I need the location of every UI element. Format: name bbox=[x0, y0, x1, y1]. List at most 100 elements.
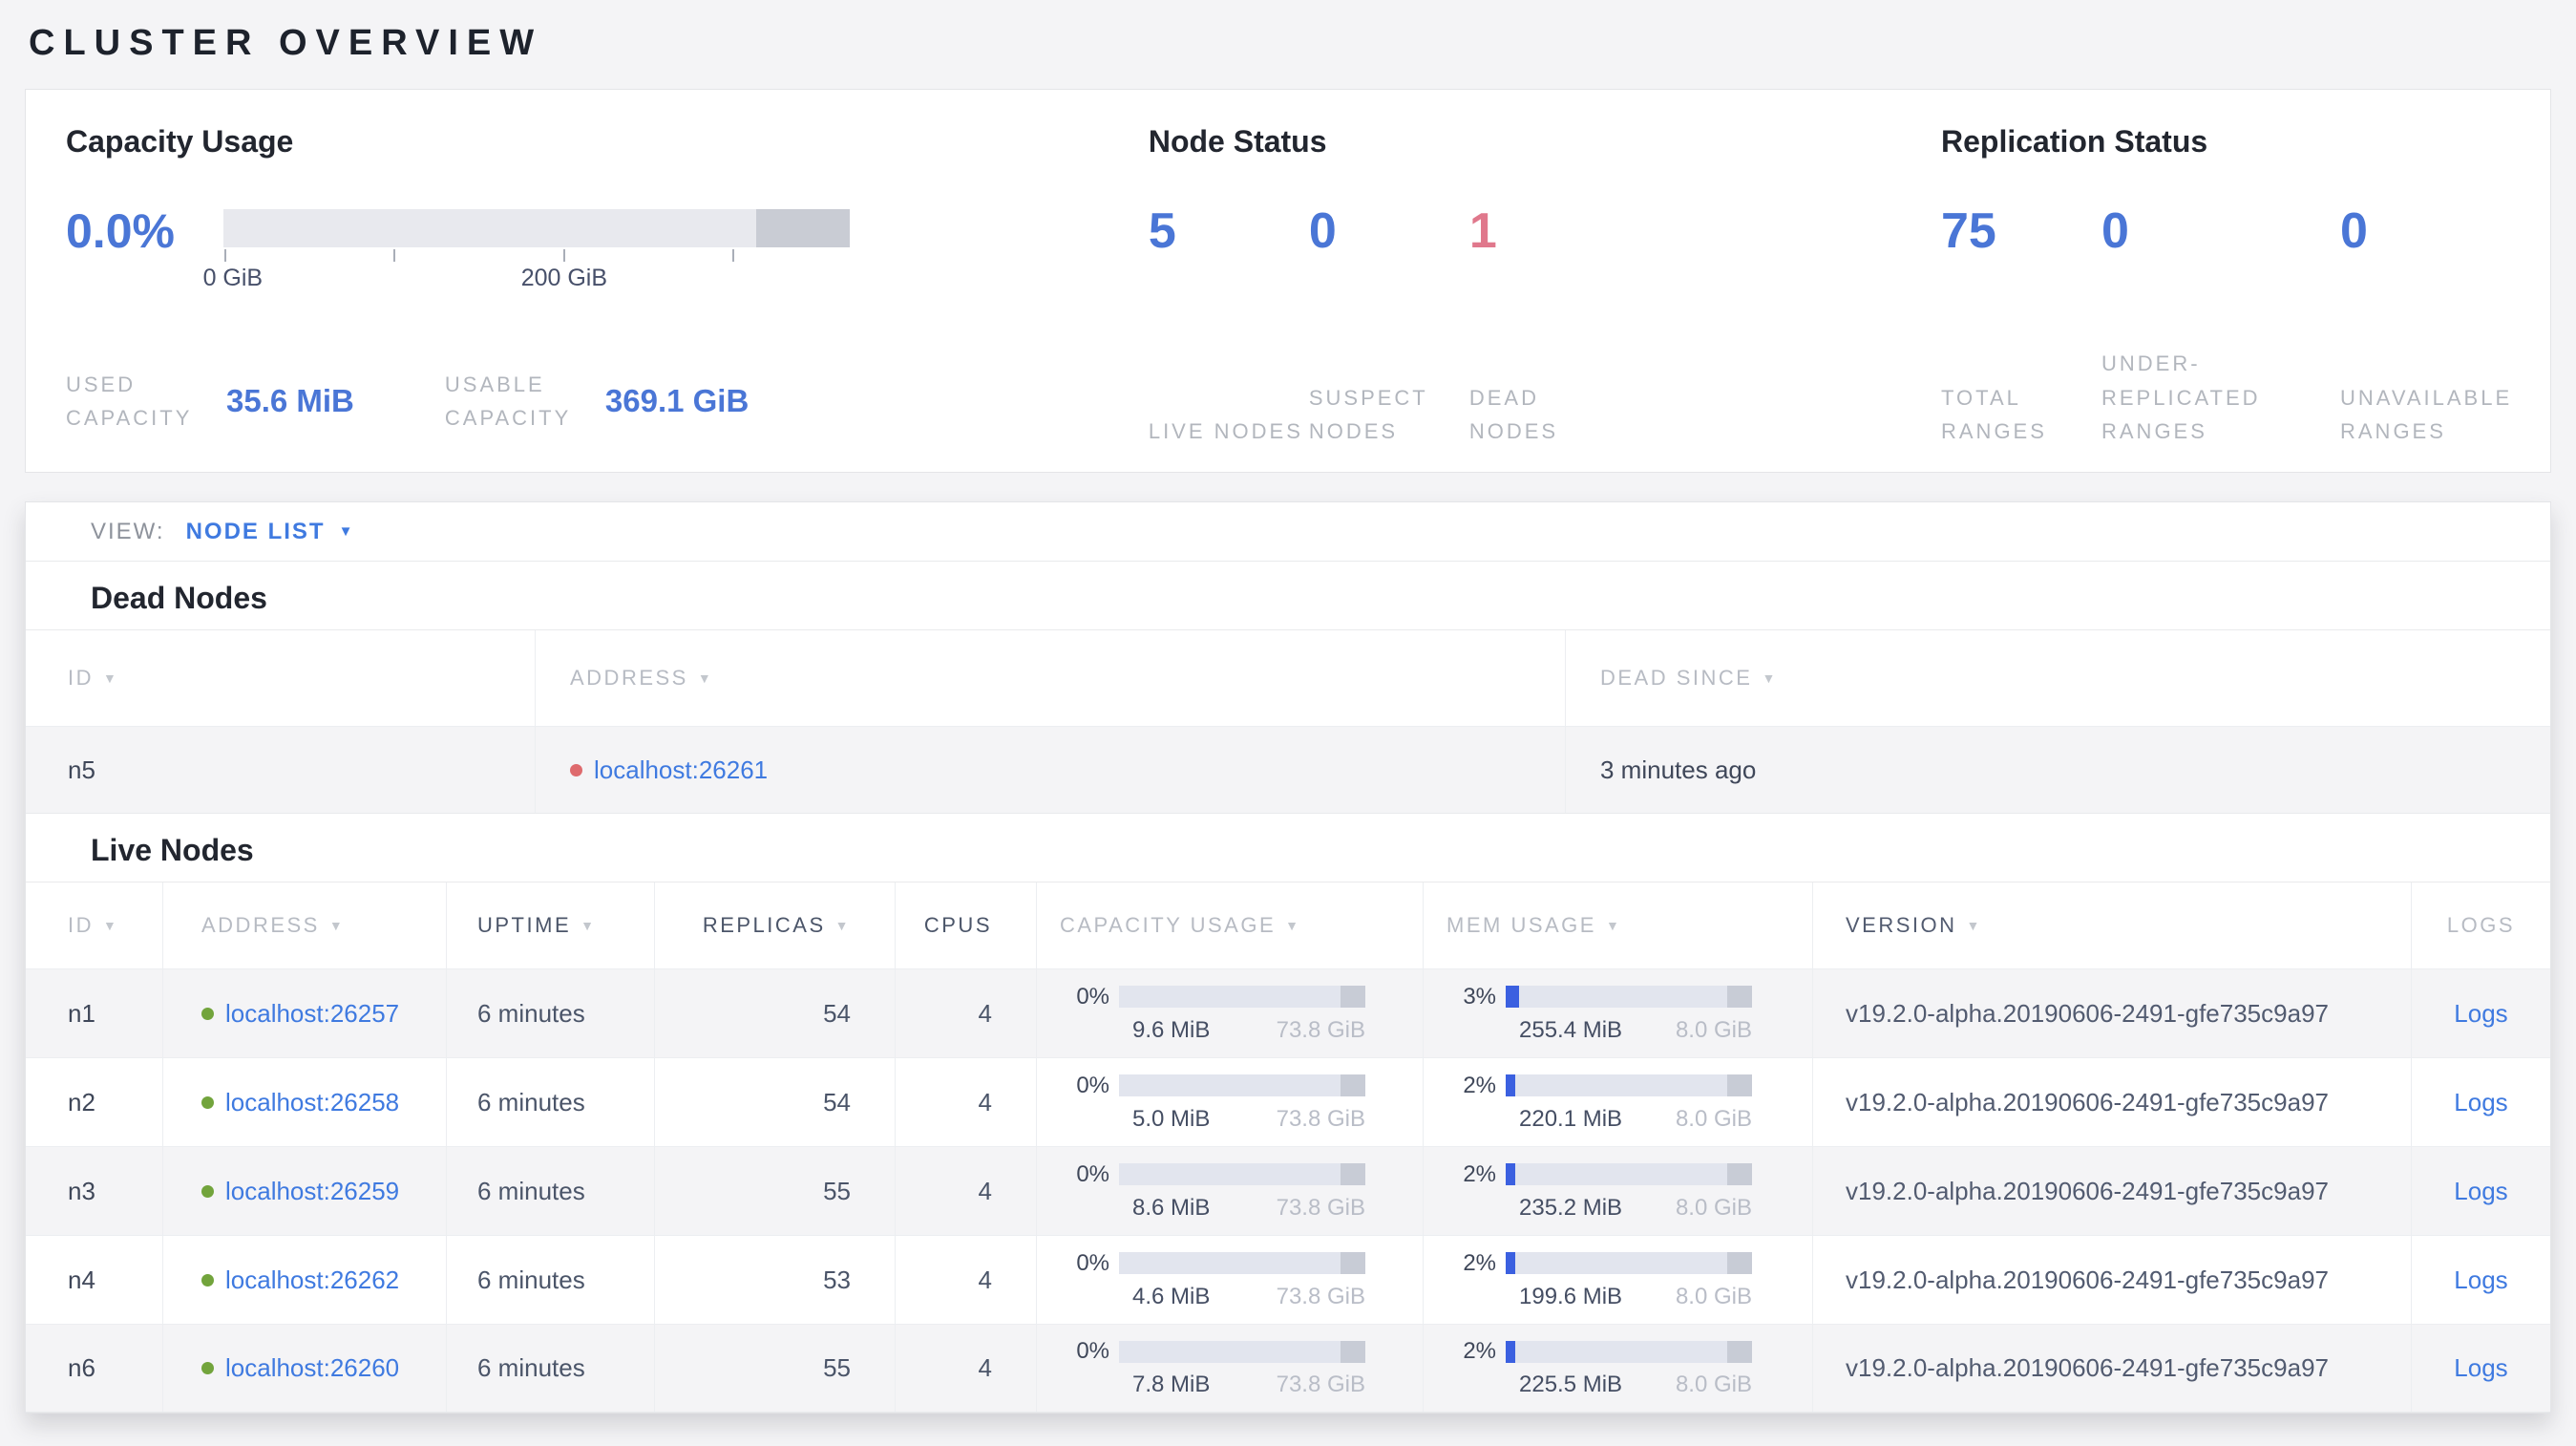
mem-bar-fill bbox=[1506, 1074, 1515, 1096]
capacity-usage-section: Capacity Usage 0.0% 0 GiB 200 GiB USED C… bbox=[66, 124, 1149, 472]
page-title: CLUSTER OVERVIEW bbox=[29, 23, 543, 63]
capacity-bar-end-segment bbox=[1341, 986, 1365, 1008]
column-header-id[interactable]: ID ▼ bbox=[26, 882, 163, 968]
capacity-bar bbox=[223, 209, 850, 247]
axis-label-200: 200 GiB bbox=[520, 265, 608, 291]
sort-arrow-icon: ▼ bbox=[103, 918, 119, 933]
column-header-label: ADDRESS bbox=[570, 666, 688, 690]
dead-node-row: n5 localhost:26261 3 minutes ago bbox=[26, 726, 2550, 814]
uptime-cell: 6 minutes bbox=[447, 1236, 655, 1324]
node-address-link[interactable]: localhost:26257 bbox=[225, 999, 399, 1029]
mem-used-value: 225.5 MiB bbox=[1519, 1372, 1623, 1397]
column-header-label: UPTIME bbox=[477, 913, 572, 937]
mem-usage-cell: 2% 225.5 MiB 8.0 GiB bbox=[1424, 1325, 1813, 1412]
capacity-bar bbox=[1119, 1340, 1365, 1363]
column-header-replicas[interactable]: REPLICAS ▼ bbox=[655, 882, 896, 968]
column-header-uptime[interactable]: UPTIME ▼ bbox=[447, 882, 655, 968]
mem-bar bbox=[1506, 1074, 1752, 1096]
capacity-usage-title: Capacity Usage bbox=[66, 124, 294, 159]
mem-bar-end-segment bbox=[1727, 1252, 1752, 1274]
column-header-dead-since[interactable]: DEAD SINCE ▼ bbox=[1566, 630, 2550, 726]
used-capacity-metric: USED CAPACITY 35.6 MiB bbox=[66, 368, 354, 435]
logs-link[interactable]: Logs bbox=[2454, 1088, 2507, 1117]
capacity-used-value: 8.6 MiB bbox=[1132, 1194, 1211, 1221]
replicas-cell: 54 bbox=[655, 1058, 896, 1146]
column-header-label: DEAD SINCE bbox=[1600, 666, 1753, 690]
unavailable-ranges-count: 0 bbox=[2340, 203, 2368, 259]
version-cell: v19.2.0-alpha.20190606-2491-gfe735c9a97 bbox=[1813, 1058, 2412, 1146]
mem-bar bbox=[1506, 1340, 1752, 1363]
mem-bar-fill bbox=[1506, 986, 1519, 1008]
logs-link[interactable]: Logs bbox=[2454, 1177, 2507, 1206]
capacity-usage-cell: 0% 7.8 MiB 73.8 GiB bbox=[1037, 1325, 1424, 1412]
axis-tick bbox=[392, 249, 395, 262]
version-cell: v19.2.0-alpha.20190606-2491-gfe735c9a97 bbox=[1813, 1236, 2412, 1324]
node-address-cell: localhost:26257 bbox=[163, 969, 447, 1057]
capacity-used-value: 4.6 MiB bbox=[1132, 1283, 1211, 1309]
mem-percent: 2% bbox=[1463, 1249, 1496, 1276]
capacity-percent: 0% bbox=[1076, 1160, 1109, 1187]
node-address-link[interactable]: localhost:26260 bbox=[225, 1353, 399, 1383]
node-id-cell: n5 bbox=[26, 727, 536, 813]
cluster-summary-card: Capacity Usage 0.0% 0 GiB 200 GiB USED C… bbox=[25, 89, 2551, 473]
sort-arrow-icon: ▼ bbox=[1966, 918, 1982, 933]
mem-bar bbox=[1506, 1163, 1752, 1185]
node-status-title: Node Status bbox=[1148, 124, 1327, 159]
view-dropdown[interactable]: NODE LIST bbox=[186, 519, 326, 545]
node-address-link[interactable]: localhost:26259 bbox=[225, 1177, 399, 1206]
sort-arrow-icon: ▼ bbox=[1762, 670, 1778, 686]
column-header-address[interactable]: ADDRESS ▼ bbox=[163, 882, 447, 968]
suspect-nodes-count: 0 bbox=[1308, 203, 1337, 259]
mem-bar-fill bbox=[1506, 1340, 1515, 1363]
logs-link[interactable]: Logs bbox=[2454, 999, 2507, 1029]
table-row: n6 localhost:26260 6 minutes 55 4 0% 7.8… bbox=[26, 1324, 2550, 1413]
column-header-mem-usage[interactable]: MEM USAGE ▼ bbox=[1424, 882, 1813, 968]
capacity-used-value: 5.0 MiB bbox=[1132, 1105, 1211, 1132]
under-replicated-label: UNDER-REPLICATED RANGES bbox=[2101, 351, 2261, 443]
node-id-cell: n1 bbox=[26, 969, 163, 1057]
suspect-nodes-stat: 0 SUSPECT NODES bbox=[1308, 203, 1469, 448]
capacity-percent: 0% bbox=[1076, 983, 1109, 1010]
logs-link[interactable]: Logs bbox=[2454, 1265, 2507, 1295]
column-header-version[interactable]: VERSION ▼ bbox=[1813, 882, 2412, 968]
capacity-bar bbox=[1119, 1252, 1365, 1274]
node-address-link[interactable]: localhost:26261 bbox=[594, 755, 768, 785]
column-header-label: MEM USAGE bbox=[1446, 913, 1596, 937]
capacity-total-value: 73.8 GiB bbox=[1276, 1016, 1365, 1043]
dead-nodes-label: DEAD NODES bbox=[1468, 385, 1559, 443]
capacity-bar bbox=[1119, 1163, 1365, 1185]
version-cell: v19.2.0-alpha.20190606-2491-gfe735c9a97 bbox=[1813, 1147, 2412, 1235]
capacity-used-percent: 0.0% bbox=[66, 204, 175, 258]
node-address-link[interactable]: localhost:26262 bbox=[225, 1265, 399, 1295]
chevron-down-icon[interactable]: ▼ bbox=[339, 523, 353, 540]
node-address-cell: localhost:26262 bbox=[163, 1236, 447, 1324]
column-header-label: ADDRESS bbox=[201, 913, 320, 937]
cpus-cell: 4 bbox=[896, 1147, 1037, 1235]
view-label: VIEW: bbox=[91, 518, 165, 544]
column-header-capacity-usage[interactable]: CAPACITY USAGE ▼ bbox=[1037, 882, 1424, 968]
used-capacity-value: 35.6 MiB bbox=[226, 383, 354, 419]
capacity-bar-end-segment bbox=[1341, 1340, 1365, 1363]
uptime-cell: 6 minutes bbox=[447, 969, 655, 1057]
node-address-cell: localhost:26259 bbox=[163, 1147, 447, 1235]
mem-usage-cell: 2% 220.1 MiB 8.0 GiB bbox=[1424, 1058, 1813, 1146]
replicas-cell: 53 bbox=[655, 1236, 896, 1324]
mem-total-value: 8.0 GiB bbox=[1675, 1105, 1752, 1132]
sort-arrow-icon: ▼ bbox=[328, 918, 346, 933]
node-address-link[interactable]: localhost:26258 bbox=[225, 1088, 399, 1117]
total-ranges-stat: 75 TOTAL RANGES bbox=[1941, 206, 2101, 448]
logs-link[interactable]: Logs bbox=[2454, 1353, 2507, 1383]
cpus-cell: 4 bbox=[896, 1325, 1037, 1412]
live-nodes-stat: 5 LIVE NODES bbox=[1149, 206, 1309, 448]
capacity-used-value: 7.8 MiB bbox=[1132, 1372, 1211, 1397]
node-id-cell: n2 bbox=[26, 1058, 163, 1146]
capacity-used-value: 9.6 MiB bbox=[1132, 1016, 1211, 1043]
column-header-address[interactable]: ADDRESS ▼ bbox=[536, 630, 1566, 726]
dead-nodes-count: 1 bbox=[1468, 203, 1497, 259]
column-header-id[interactable]: ID ▼ bbox=[26, 630, 536, 726]
usable-capacity-label: USABLE CAPACITY bbox=[444, 372, 572, 431]
column-header-logs: LOGS bbox=[2412, 882, 2550, 968]
capacity-bar-end-segment bbox=[755, 209, 850, 247]
mem-bar-end-segment bbox=[1727, 986, 1752, 1008]
replicas-cell: 55 bbox=[655, 1325, 896, 1412]
